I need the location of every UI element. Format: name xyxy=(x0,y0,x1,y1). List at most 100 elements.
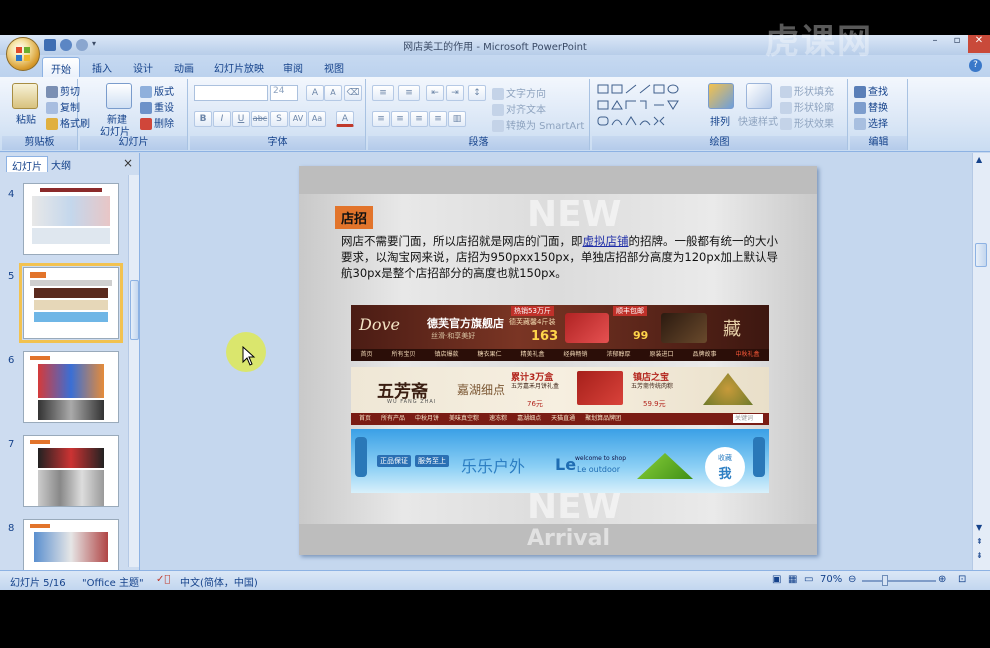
decrease-indent-icon[interactable]: ⇤ xyxy=(426,85,444,101)
zoom-in-icon[interactable]: ⊕ xyxy=(938,574,946,585)
slide-thumbnail-5[interactable] xyxy=(19,263,123,343)
tab-slideshow[interactable]: 幻灯片放映 xyxy=(206,57,272,77)
undo-icon[interactable] xyxy=(60,39,72,51)
change-case-button[interactable]: Aa xyxy=(308,111,326,127)
tab-design[interactable]: 设计 xyxy=(125,57,161,77)
dove-banner-image[interactable]: Dove 德芙官方旗舰店 丝滑·和享美好 热销53万斤 德芙藏馨4斤装 163 … xyxy=(351,305,769,361)
slide-thumbnail-7[interactable] xyxy=(23,435,119,507)
scrollbar-thumb[interactable] xyxy=(130,280,139,340)
tab-insert[interactable]: 插入 xyxy=(84,57,120,77)
lele-welcome: welcome to shop xyxy=(575,455,627,462)
fit-slide-icon[interactable]: ⊡ xyxy=(958,574,966,585)
line-spacing-icon[interactable]: ↕ xyxy=(468,85,486,101)
close-icon[interactable]: ✕ xyxy=(968,35,990,53)
paste-icon[interactable] xyxy=(12,83,38,109)
strikethrough-button[interactable]: abc xyxy=(251,111,269,127)
underline-button[interactable]: U xyxy=(232,111,250,127)
grow-font-button[interactable]: A xyxy=(306,85,324,101)
language-indicator[interactable]: 中文(简体，中国) xyxy=(180,574,258,589)
quick-styles-icon[interactable] xyxy=(746,83,772,109)
tab-view[interactable]: 视图 xyxy=(316,57,352,77)
tab-home[interactable]: 开始 xyxy=(42,57,80,77)
convert-smartart-button[interactable]: 转换为 SmartArt xyxy=(492,117,584,132)
slide-thumbnail-6[interactable] xyxy=(23,351,119,423)
font-name-combo[interactable] xyxy=(194,85,268,101)
layout-button[interactable]: 版式 xyxy=(140,83,174,98)
copy-button[interactable]: 复制 xyxy=(46,99,80,114)
spelling-check-icon[interactable]: ✓⃠ xyxy=(156,574,170,585)
font-size-combo[interactable]: 24 xyxy=(270,85,298,101)
slide-body-text[interactable]: 网店不需要门面，所以店招就是网店的门面，即虚拟店铺的招牌。一般都有统一的大小要求… xyxy=(341,233,781,281)
char-spacing-button[interactable]: AV xyxy=(289,111,307,127)
arrange-button[interactable]: 排列 xyxy=(710,113,730,128)
next-slide-icon[interactable]: ⇟ xyxy=(976,551,983,560)
shape-effects-button[interactable]: 形状效果 xyxy=(780,115,834,130)
lele-outdoor-banner-image[interactable]: 正品保证 服务至上 乐乐户外 Le welcome to shop Le out… xyxy=(351,429,769,493)
slide-heading[interactable]: 店招 xyxy=(335,206,374,229)
replace-button[interactable]: 替换 xyxy=(854,99,888,114)
tab-outline[interactable]: 大纲 xyxy=(46,156,76,172)
quick-styles-button[interactable]: 快速样式 xyxy=(738,113,778,128)
text-direction-button[interactable]: 文字方向 xyxy=(492,85,546,100)
save-icon[interactable] xyxy=(44,39,56,51)
font-color-button[interactable]: A xyxy=(336,111,354,127)
virtual-store-link[interactable]: 虚拟店铺 xyxy=(583,234,629,248)
scroll-down-icon[interactable]: ▼ xyxy=(976,523,982,532)
find-button[interactable]: 查找 xyxy=(854,83,888,98)
italic-button[interactable]: I xyxy=(213,111,231,127)
slide-thumbnail-8[interactable] xyxy=(23,519,119,571)
slideshow-view-icon[interactable]: ▭ xyxy=(804,574,813,585)
cut-button[interactable]: 剪切 xyxy=(46,83,80,98)
zoom-slider[interactable] xyxy=(862,580,936,582)
zoom-level[interactable]: 70% xyxy=(820,574,842,585)
slide-thumbnail-4[interactable] xyxy=(23,183,119,255)
align-left-icon[interactable]: ≡ xyxy=(372,111,390,127)
shape-outline-button[interactable]: 形状轮廓 xyxy=(780,99,834,114)
arrange-icon[interactable] xyxy=(708,83,734,109)
align-center-icon[interactable]: ≡ xyxy=(391,111,409,127)
bold-button[interactable]: B xyxy=(194,111,212,127)
close-panel-icon[interactable]: × xyxy=(123,156,133,170)
slide-canvas[interactable]: NEW NEW Arrival 店招 网店不需要门面，所以店招就是网店的门面，即… xyxy=(299,166,817,555)
slide-sorter-view-icon[interactable]: ▦ xyxy=(788,574,797,585)
slide-vertical-scrollbar[interactable]: ▲ ▼ ⇞ ⇟ xyxy=(972,153,990,570)
increase-indent-icon[interactable]: ⇥ xyxy=(446,85,464,101)
columns-icon[interactable]: ▥ xyxy=(448,111,466,127)
shapes-gallery-icon[interactable] xyxy=(596,83,694,129)
new-slide-icon[interactable] xyxy=(106,83,132,109)
bullets-icon[interactable]: ≡ xyxy=(372,85,394,101)
thumbnail-scrollbar[interactable] xyxy=(128,175,139,567)
align-right-icon[interactable]: ≡ xyxy=(410,111,428,127)
customize-qat-icon[interactable]: ▾ xyxy=(92,39,104,51)
office-button[interactable] xyxy=(6,37,40,71)
align-text-button[interactable]: 对齐文本 xyxy=(492,101,546,116)
wufangzhai-banner-image[interactable]: 五芳斋 WU FANG ZHAI 嘉湖细点 累计3万盒 五芳嘉禾月饼礼盒 76元… xyxy=(351,367,769,425)
maximize-icon[interactable]: ▫ xyxy=(946,35,968,53)
help-icon[interactable]: ? xyxy=(969,59,982,72)
select-button[interactable]: 选择 xyxy=(854,115,888,130)
tab-animations[interactable]: 动画 xyxy=(166,57,202,77)
numbering-icon[interactable]: ≡ xyxy=(398,85,420,101)
tab-review[interactable]: 审阅 xyxy=(275,57,311,77)
previous-slide-icon[interactable]: ⇞ xyxy=(976,537,983,546)
paste-button[interactable]: 粘贴 xyxy=(16,111,36,126)
shadow-button[interactable]: S xyxy=(270,111,288,127)
shrink-font-button[interactable]: A xyxy=(324,85,342,101)
tab-slides[interactable]: 幻灯片 xyxy=(6,156,48,173)
normal-view-icon[interactable]: ▣ xyxy=(772,574,781,585)
zoom-slider-thumb[interactable] xyxy=(882,575,888,586)
scroll-up-icon[interactable]: ▲ xyxy=(976,155,982,164)
minimize-icon[interactable]: – xyxy=(924,35,946,53)
quality-badge: 正品保证 xyxy=(377,455,411,467)
scrollbar-thumb[interactable] xyxy=(975,243,987,267)
redo-icon[interactable] xyxy=(76,39,88,51)
zoom-out-icon[interactable]: ⊖ xyxy=(848,574,856,585)
wufangzhai-price2: 59.9元 xyxy=(643,400,666,408)
align-text-icon xyxy=(492,104,504,116)
drawing-group: 排列 快速样式 形状填充 形状轮廓 形状效果 绘图 xyxy=(592,79,848,150)
clear-format-icon[interactable]: ⌫ xyxy=(344,85,362,101)
delete-slide-button[interactable]: 删除 xyxy=(140,115,174,130)
shape-fill-button[interactable]: 形状填充 xyxy=(780,83,834,98)
reset-button[interactable]: 重设 xyxy=(140,99,174,114)
justify-icon[interactable]: ≡ xyxy=(429,111,447,127)
